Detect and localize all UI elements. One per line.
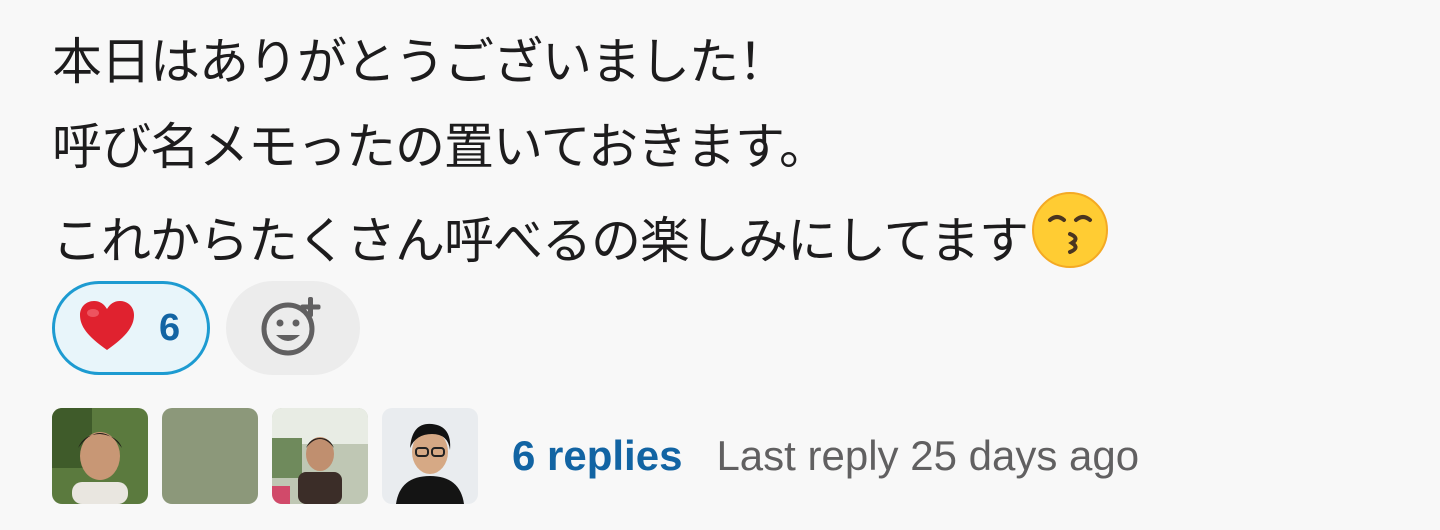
avatar: [162, 408, 258, 504]
add-reaction-button[interactable]: [226, 281, 360, 375]
message-line-3: これからたくさん呼べるの楽しみにしてます: [52, 190, 1412, 275]
heart-reaction-count: 6: [159, 306, 181, 349]
message-line-1: 本日はありがとうございました！: [52, 33, 788, 91]
last-reply-timestamp: Last reply 25 days ago: [716, 432, 1140, 479]
thread-summary[interactable]: 6 replies Last reply 25 days ago: [52, 408, 1139, 504]
heart-reaction-button[interactable]: 6: [52, 281, 210, 375]
message-line-3-text: これからたくさん呼べるの楽しみにしてます: [52, 212, 1029, 270]
replies-link[interactable]: 6 replies: [512, 432, 682, 480]
reactions-bar: 6: [52, 281, 360, 375]
kissing-face-emoji-icon: [1030, 190, 1110, 270]
message-line-2: 呼び名メモったの置いておきます。: [52, 118, 829, 176]
heart-icon: [77, 298, 137, 358]
add-reaction-icon: [258, 291, 328, 365]
avatar: [382, 408, 478, 504]
message-body: 本日はありがとうございました！ 呼び名メモったの置いておきます。 これからたくさ…: [52, 20, 1412, 275]
avatar: [272, 408, 368, 504]
avatar: [52, 408, 148, 504]
